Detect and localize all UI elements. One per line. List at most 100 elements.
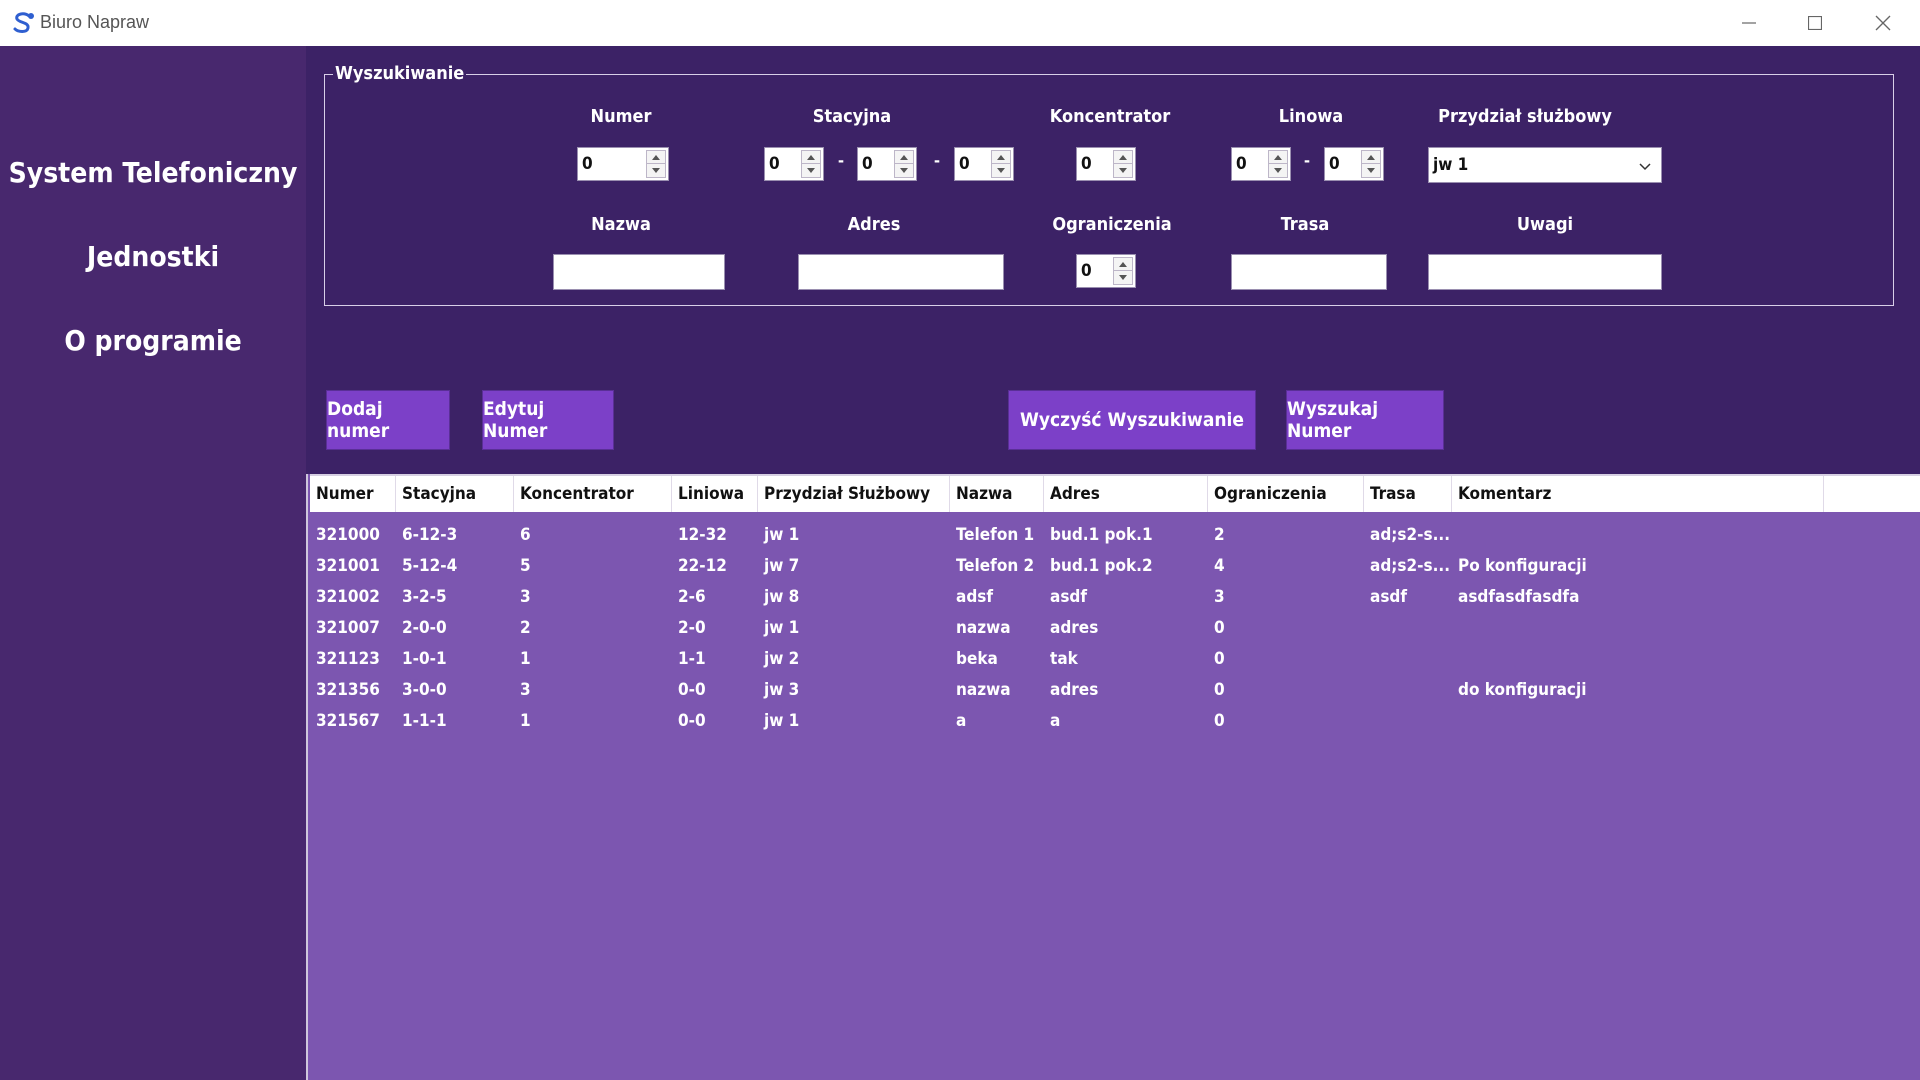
ograniczenia-spinbox[interactable]: 0 xyxy=(1076,254,1136,288)
cell-komentarz: Po konfiguracji xyxy=(1458,556,1587,576)
cell-adres: tak xyxy=(1050,649,1078,669)
cell-nazwa: Telefon 2 xyxy=(956,556,1035,576)
add-number-button[interactable]: Dodaj numer xyxy=(326,390,450,450)
table-row[interactable]: 321007 2-0-0 2 2-0 jw 1 nazwa adres 0 xyxy=(310,612,1920,643)
trasa-label: Trasa xyxy=(1280,214,1330,235)
koncentrator-spinbox[interactable]: 0 xyxy=(1076,147,1136,181)
sidebar-item-system-telefoniczny[interactable]: System Telefoniczny xyxy=(0,156,306,189)
spin-down-button[interactable] xyxy=(1114,164,1132,177)
table-row[interactable]: 321567 1-1-1 1 0-0 jw 1 a a 0 xyxy=(310,705,1920,736)
sidebar-item-jednostki[interactable]: Jednostki xyxy=(0,240,306,273)
maximize-button[interactable] xyxy=(1782,0,1848,46)
cell-liniowa: 2-0 xyxy=(678,618,706,638)
stacyjna-3-spinbox[interactable]: 0 xyxy=(954,147,1014,181)
cell-liniowa: 22-12 xyxy=(678,556,727,576)
table-row[interactable]: 321002 3-2-5 3 2-6 jw 8 adsf asdf 3 asdf asdfasdf… xyxy=(310,581,1920,612)
spin-up-button[interactable] xyxy=(1114,151,1132,164)
linowa-2-value: 0 xyxy=(1329,154,1340,174)
search-number-button[interactable]: Wyszukaj Numer xyxy=(1286,390,1444,450)
nazwa-input[interactable] xyxy=(553,254,725,290)
edit-number-button[interactable]: Edytuj Numer xyxy=(482,390,614,450)
cell-przydzial: jw 1 xyxy=(764,618,800,638)
numer-spinbox[interactable]: 0 xyxy=(577,147,669,181)
cell-koncentrator: 3 xyxy=(520,680,531,700)
spin-up-button[interactable] xyxy=(895,151,913,164)
spin-up-button[interactable] xyxy=(1362,151,1380,164)
column-header-numer[interactable]: Numer xyxy=(310,476,396,512)
cell-przydzial: jw 3 xyxy=(764,680,800,700)
minimize-icon xyxy=(1742,22,1756,24)
table-row[interactable]: 321000 6-12-3 6 12-32 jw 1 Telefon 1 bud.1 pok… xyxy=(310,519,1920,550)
linowa-1-value: 0 xyxy=(1236,154,1247,174)
spin-up-button[interactable] xyxy=(992,151,1010,164)
uwagi-input[interactable] xyxy=(1428,254,1662,290)
cell-adres: bud.1 pok.1 xyxy=(1050,525,1153,545)
spin-up-icon xyxy=(652,154,660,160)
linowa-2-spinbox[interactable]: 0 xyxy=(1324,147,1384,181)
cell-ograniczenia: 0 xyxy=(1214,618,1225,638)
przydzial-dropdown[interactable]: jw 1 xyxy=(1428,147,1662,183)
cell-przydzial: jw 1 xyxy=(764,525,800,545)
przydzial-value: jw 1 xyxy=(1433,155,1469,175)
cell-numer: 321007 xyxy=(316,618,380,638)
table-row[interactable]: 321123 1-0-1 1 1-1 jw 2 beka tak 0 xyxy=(310,643,1920,674)
spin-down-button[interactable] xyxy=(1114,271,1132,284)
cell-ograniczenia: 3 xyxy=(1214,587,1225,607)
spin-arrows xyxy=(646,150,666,178)
stacyjna-2-spinbox[interactable]: 0 xyxy=(857,147,917,181)
spin-down-button[interactable] xyxy=(802,164,820,177)
cell-koncentrator: 3 xyxy=(520,587,531,607)
column-header-ograniczenia[interactable]: Ograniczenia xyxy=(1208,476,1364,512)
spin-down-icon xyxy=(1119,275,1127,280)
spin-down-button[interactable] xyxy=(1269,164,1287,177)
spin-up-button[interactable] xyxy=(1269,151,1287,164)
spin-up-button[interactable] xyxy=(647,151,665,164)
column-header-koncentrator[interactable]: Koncentrator xyxy=(514,476,672,512)
spin-down-button[interactable] xyxy=(1362,164,1380,177)
column-header-nazwa[interactable]: Nazwa xyxy=(950,476,1044,512)
koncentrator-label: Koncentrator xyxy=(1049,106,1171,127)
app-logo-icon xyxy=(13,12,34,33)
cell-nazwa: nazwa xyxy=(956,680,1011,700)
spin-down-icon xyxy=(997,168,1005,173)
column-header-przydzial[interactable]: Przydział Służbowy xyxy=(758,476,950,512)
spin-arrows xyxy=(1113,150,1133,178)
spin-arrows xyxy=(1268,150,1288,178)
spin-down-button[interactable] xyxy=(895,164,913,177)
spin-up-icon xyxy=(807,154,815,160)
stacyjna-1-spinbox[interactable]: 0 xyxy=(764,147,824,181)
column-header-liniowa[interactable]: Liniowa xyxy=(672,476,758,512)
column-header-komentarz[interactable]: Komentarz xyxy=(1452,476,1824,512)
spin-down-button[interactable] xyxy=(647,164,665,177)
adres-input[interactable] xyxy=(798,254,1004,290)
sidebar: System Telefoniczny Jednostki O programi… xyxy=(0,46,306,1080)
trasa-input[interactable] xyxy=(1231,254,1387,290)
spin-down-button[interactable] xyxy=(992,164,1010,177)
column-header-stacyjna[interactable]: Stacyjna xyxy=(396,476,514,512)
cell-numer: 321001 xyxy=(316,556,380,576)
column-header-trasa[interactable]: Trasa xyxy=(1364,476,1452,512)
linowa-1-spinbox[interactable]: 0 xyxy=(1231,147,1291,181)
cell-koncentrator: 1 xyxy=(520,711,531,731)
minimize-button[interactable] xyxy=(1716,0,1782,46)
cell-numer: 321123 xyxy=(316,649,380,669)
column-header-adres[interactable]: Adres xyxy=(1044,476,1208,512)
clear-search-button[interactable]: Wyczyść Wyszukiwanie xyxy=(1008,390,1256,450)
spin-down-icon xyxy=(807,168,815,173)
sidebar-item-o-programie[interactable]: O programie xyxy=(0,324,306,357)
window-title: Biuro Napraw xyxy=(40,12,150,32)
spin-down-icon xyxy=(900,168,908,173)
spin-arrows xyxy=(1113,257,1133,285)
spin-up-button[interactable] xyxy=(802,151,820,164)
spin-up-icon xyxy=(1367,154,1375,160)
spin-up-button[interactable] xyxy=(1114,258,1132,271)
cell-adres: bud.1 pok.2 xyxy=(1050,556,1153,576)
table-row[interactable]: 321001 5-12-4 5 22-12 jw 7 Telefon 2 bud.1 pok… xyxy=(310,550,1920,581)
table-row[interactable]: 321356 3-0-0 3 0-0 jw 3 nazwa adres 0 do konfigu… xyxy=(310,674,1920,705)
cell-nazwa: beka xyxy=(956,649,998,669)
cell-stacyjna: 5-12-4 xyxy=(402,556,458,576)
stacyjna-1-value: 0 xyxy=(769,154,780,174)
close-button[interactable] xyxy=(1850,0,1916,46)
spin-up-icon xyxy=(1274,154,1282,160)
cell-adres: a xyxy=(1050,711,1061,731)
